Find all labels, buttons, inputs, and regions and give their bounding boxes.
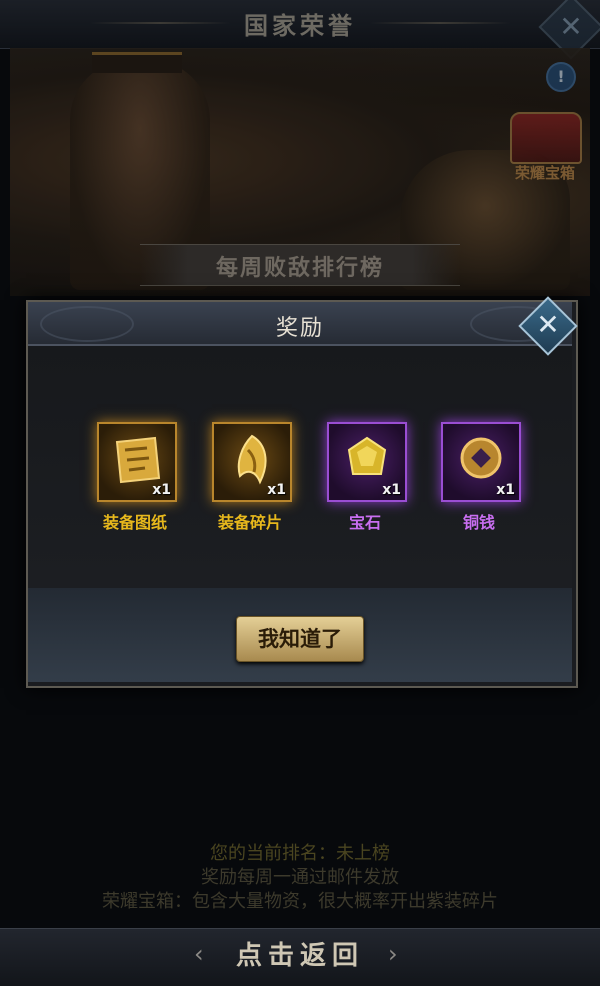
reward-slot-fragment[interactable]: x1 xyxy=(212,422,292,502)
rank-text: 您的当前排名：未上榜 xyxy=(210,843,390,864)
equipment-fragment-icon xyxy=(237,434,267,485)
back-button[interactable]: 点击返回 xyxy=(180,936,420,976)
confirm-button[interactable]: 我知道了 xyxy=(236,616,364,662)
weekly-ranking-title: 每周败敌排行榜 xyxy=(215,256,384,281)
info-icon[interactable]: ! xyxy=(546,62,576,92)
reward-quantity: x1 xyxy=(496,482,515,498)
reward-name: 宝石 xyxy=(348,513,381,532)
page-title: 国家荣誉 xyxy=(244,12,356,40)
emperor-crown xyxy=(92,52,182,73)
reward-slot-coin[interactable]: x1 xyxy=(441,422,521,502)
gem-icon xyxy=(347,436,387,475)
chest-description-text: 荣耀宝箱：包含大量物资，很大概率开出紫装碎片 xyxy=(102,891,498,912)
reward-quantity: x1 xyxy=(382,482,401,498)
footer-info: 您的当前排名：未上榜 奖励每周一通过邮件发放 荣耀宝箱：包含大量物资，很大概率开… xyxy=(0,842,600,914)
treasure-chest-icon[interactable] xyxy=(510,112,582,164)
close-icon: ✕ xyxy=(559,9,583,43)
copper-coin-icon xyxy=(460,437,502,479)
reward-quantity: x1 xyxy=(152,482,171,498)
reward-name: 铜钱 xyxy=(462,513,495,532)
chest-label: 荣耀宝箱 xyxy=(514,164,575,182)
dialog-title: 奖励 xyxy=(275,316,324,341)
close-icon[interactable]: ✕ xyxy=(527,305,569,347)
reward-slot-blueprint[interactable]: x1 xyxy=(97,422,177,502)
chevron-right-icon: › xyxy=(388,940,398,968)
reward-slot-gem[interactable]: x1 xyxy=(327,422,407,502)
reward-name: 装备碎片 xyxy=(217,513,282,532)
mail-text: 奖励每周一通过邮件发放 xyxy=(201,867,399,888)
reward-quantity: x1 xyxy=(267,482,286,498)
blueprint-scroll-icon xyxy=(115,436,161,484)
reward-name: 装备图纸 xyxy=(102,513,167,532)
